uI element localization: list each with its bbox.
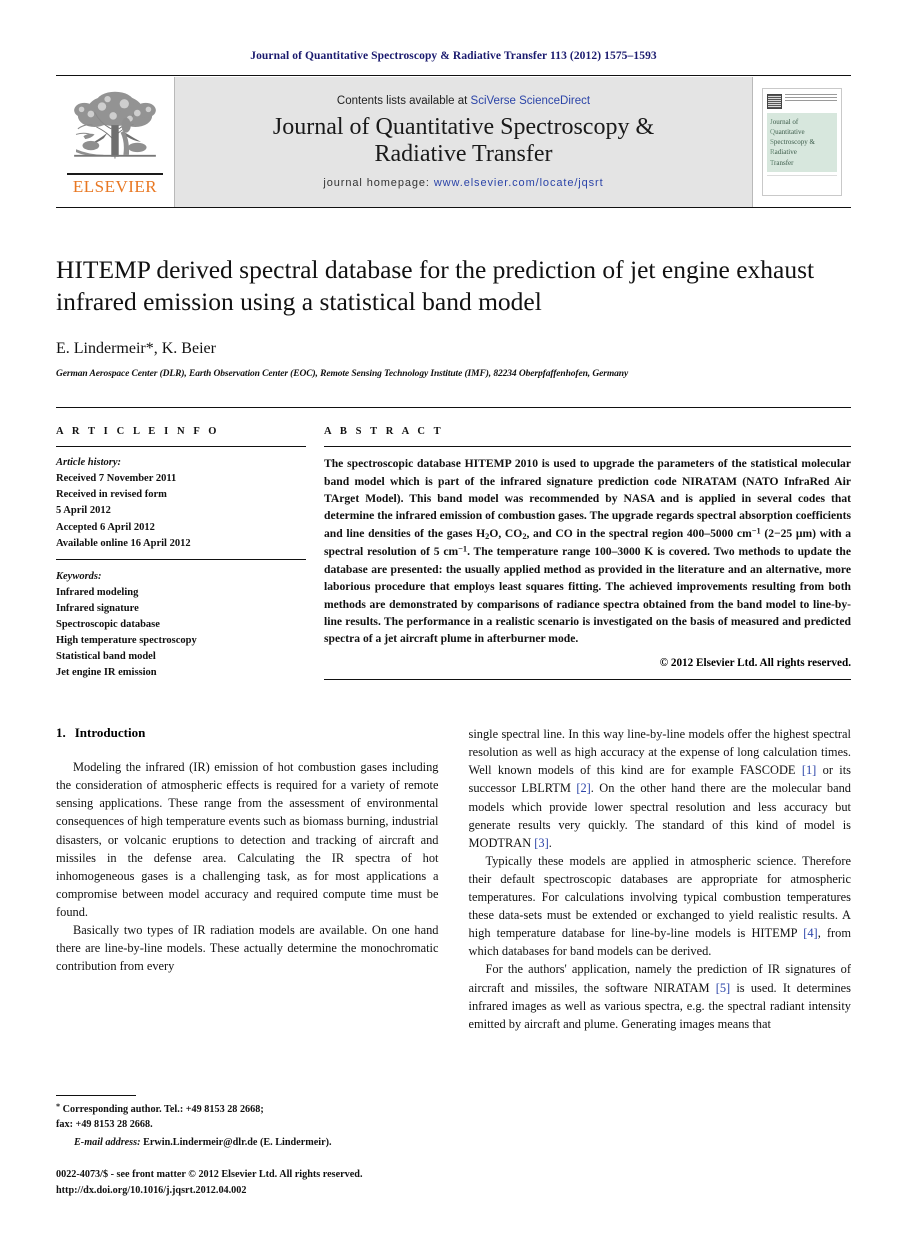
paper-page: Journal of Quantitative Spectroscopy & R… (0, 0, 907, 1238)
keyword-item: Infrared signature (56, 602, 139, 614)
citation-link[interactable]: [2] (576, 781, 590, 795)
citation-link[interactable]: [4] (803, 926, 817, 940)
journal-title-line-2: Radiative Transfer (374, 141, 553, 167)
abstract-copyright: © 2012 Elsevier Ltd. All rights reserved… (659, 656, 851, 669)
keyword-item: Spectroscopic database (56, 618, 160, 630)
abstract-part-3: , and CO in the spectral region 400–5000… (526, 526, 752, 540)
journal-cover-thumbnail: Journal of Quantitative Spectroscopy & R… (753, 77, 851, 207)
journal-masthead: ELSEVIER Contents lists available at Sci… (56, 77, 851, 207)
elsevier-wordmark: ELSEVIER (72, 176, 158, 196)
keyword-item: High temperature spectroscopy (56, 634, 197, 646)
abstract-column: A B S T R A C T The spectroscopic databa… (324, 426, 851, 681)
cover-header (767, 94, 837, 110)
email-address-link[interactable]: Erwin.Lindermeir@dlr.de (E. Lindermeir). (143, 1137, 332, 1148)
cover-line-5: Transfer (770, 158, 794, 167)
section-heading-introduction: 1. Introduction (56, 725, 439, 741)
colophon: 0022-4073/$ - see front matter © 2012 El… (56, 1167, 476, 1198)
cover-line-1: Journal of (770, 118, 799, 126)
article-info-column: A R T I C L E I N F O Article history: R… (56, 426, 306, 681)
elsevier-tree-icon (67, 88, 163, 175)
running-head: Journal of Quantitative Spectroscopy & R… (250, 50, 657, 62)
sciencedirect-link[interactable]: SciVerse ScienceDirect (471, 95, 591, 107)
paragraph: Modeling the infrared (IR) emission of h… (56, 760, 439, 919)
section-number: 1. (56, 725, 66, 741)
article-history-label: Article history: (56, 457, 122, 469)
history-item: Received 7 November 2011 (56, 473, 177, 485)
citation-link[interactable]: [3] (534, 836, 548, 850)
abstract-part-5: . The temperature range 100–3000 K is co… (324, 545, 852, 646)
keyword-item: Statistical band model (56, 650, 156, 662)
affiliation: German Aerospace Center (DLR), Earth Obs… (56, 369, 629, 380)
cover-logo-icon (767, 94, 782, 109)
cover-title-block: Journal of Quantitative Spectroscopy & R… (767, 113, 837, 172)
article-body: 1. Introduction Modeling the infrared (IR… (56, 725, 851, 1033)
footnote-email: E-mail address: Erwin.Lindermeir@dlr.de … (56, 1135, 446, 1150)
cover-footer (767, 175, 837, 190)
header-rule (56, 75, 851, 76)
doi-link[interactable]: http://dx.doi.org/10.1016/j.jqsrt.2012.0… (56, 1183, 476, 1198)
inverse-cm-superscript: −1 (751, 526, 761, 536)
keywords-block: Keywords: Infrared modeling Infrared sig… (56, 569, 306, 681)
masthead-rule (56, 207, 851, 208)
paragraph: single spectral line. In this way line-b… (468, 727, 852, 850)
paragraph: For the authors' application, namely the… (468, 962, 852, 1031)
abstract-bottom-rule (324, 678, 851, 680)
paragraph: Basically two types of IR radiation mode… (56, 923, 439, 974)
journal-homepage: journal homepage: www.elsevier.com/locat… (323, 177, 603, 189)
cover-line-4: Radiative (770, 148, 797, 157)
citation-link[interactable]: [1] (802, 763, 816, 777)
info-top-rule (56, 407, 851, 409)
journal-title: Journal of Quantitative Spectroscopy & R… (273, 114, 654, 169)
history-item: Available online 16 April 2012 (56, 537, 191, 549)
abstract-part-2: O, CO (489, 526, 523, 540)
asterisk-icon: * (56, 1102, 61, 1112)
paragraph: Typically these models are applied in at… (468, 853, 852, 959)
body-column-left: 1. Introduction Modeling the infrared (IR… (56, 725, 439, 1033)
footnote-rule (56, 1095, 136, 1097)
citation-link[interactable]: [5] (716, 981, 730, 995)
homepage-label: journal homepage: (323, 177, 434, 190)
cover-line-3: Spectroscopy & (770, 138, 815, 147)
contents-available-line: Contents lists available at SciVerse Sci… (337, 95, 590, 107)
info-abstract-row: A R T I C L E I N F O Article history: R… (56, 426, 851, 681)
abstract-rule (324, 446, 851, 448)
abstract-text: The spectroscopic database HITEMP 2010 i… (324, 455, 851, 648)
issn-line: 0022-4073/$ - see front matter © 2012 El… (56, 1169, 363, 1181)
page-title: HITEMP derived spectral database for the… (56, 255, 815, 317)
footnote-fax: fax: +49 8153 28 2668. (56, 1119, 153, 1131)
cover-masthead-lines (785, 94, 837, 102)
keyword-item: Infrared modeling (56, 586, 139, 598)
history-item: Accepted 6 April 2012 (56, 521, 155, 533)
corresponding-author-footnote: * Corresponding author. Tel.: +49 8153 2… (56, 1095, 446, 1150)
keyword-item: Jet engine IR emission (56, 667, 157, 678)
inverse-cm-superscript: −1 (458, 544, 468, 554)
cover-line-2: Quantitative (770, 128, 805, 137)
cover-card: Journal of Quantitative Spectroscopy & R… (762, 88, 842, 196)
email-address-label: E-mail address: (74, 1136, 141, 1148)
footnote-corresponding: * Corresponding author. Tel.: +49 8153 2… (56, 1102, 264, 1116)
elsevier-logo: ELSEVIER (56, 77, 174, 207)
article-info-heading: A R T I C L E I N F O (56, 426, 220, 438)
author-list: E. Lindermeir*, K. Beier (56, 340, 216, 358)
keywords-label: Keywords: (56, 570, 102, 582)
body-column-right: single spectral line. In this way line-b… (469, 725, 852, 1033)
section-title: Introduction (74, 725, 146, 741)
history-item: Received in revised form (56, 489, 167, 501)
journal-title-line-1: Journal of Quantitative Spectroscopy & (272, 113, 655, 140)
contents-prefix: Contents lists available at (336, 94, 471, 107)
article-info-rule (56, 446, 306, 448)
history-item: 5 April 2012 (56, 505, 111, 517)
abstract-heading: A B S T R A C T (324, 426, 444, 438)
homepage-url-link[interactable]: www.elsevier.com/locate/jqsrt (434, 177, 604, 189)
masthead-center: Contents lists available at SciVerse Sci… (174, 77, 753, 207)
article-history-block: Article history: Received 7 November 201… (56, 455, 306, 560)
